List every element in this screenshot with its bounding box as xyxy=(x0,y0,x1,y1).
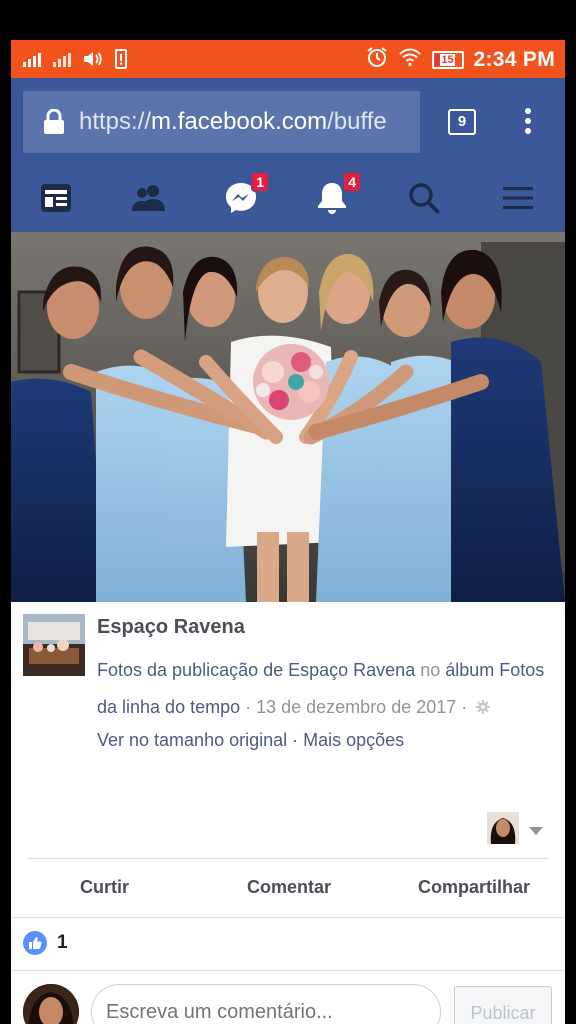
overflow-menu-icon[interactable] xyxy=(525,108,533,136)
signal-2-icon xyxy=(53,51,71,67)
desc-connector: no xyxy=(415,660,446,680)
messenger-badge: 1 xyxy=(251,172,269,192)
publish-button[interactable]: Publicar xyxy=(454,986,552,1024)
share-button[interactable]: Compartilhar xyxy=(418,877,530,898)
battery-level: 15 xyxy=(440,53,455,66)
bell-icon[interactable]: 4 xyxy=(315,172,361,218)
browser-toolbar: https://m.facebook.com/buffe 9 xyxy=(11,78,565,164)
chevron-down-icon[interactable] xyxy=(529,827,543,835)
messenger-icon[interactable]: 1 xyxy=(223,172,269,218)
clock: 2:34 PM xyxy=(473,47,555,71)
news-feed-icon[interactable] xyxy=(39,178,79,218)
post-actions: Curtir Comentar Compartilhar xyxy=(11,859,565,917)
facebook-nav-bar: 1 4 xyxy=(11,164,565,232)
hamburger-icon[interactable] xyxy=(501,178,541,218)
signal-icon xyxy=(23,51,41,67)
battery-alert-icon xyxy=(115,49,127,69)
comment-composer: Publicar xyxy=(11,971,565,1024)
like-button[interactable]: Curtir xyxy=(80,877,129,898)
search-icon[interactable] xyxy=(407,178,447,218)
friends-icon[interactable] xyxy=(131,178,171,218)
user-avatar xyxy=(23,984,79,1024)
photo-links: Ver no tamanho original · Mais opções xyxy=(97,730,404,751)
links-separator: · xyxy=(287,730,304,750)
battery-icon: 15 xyxy=(431,50,464,69)
post-info: Espaço Ravena Fotos da publicação de Esp… xyxy=(11,602,565,857)
status-bar: 15 2:34 PM xyxy=(11,40,565,78)
address-bar[interactable]: https://m.facebook.com/buffe xyxy=(23,91,420,153)
thumbs-up-icon xyxy=(23,931,47,955)
more-options-link[interactable]: Mais opções xyxy=(303,730,404,750)
url-path: /buffe xyxy=(327,108,387,135)
comment-input[interactable] xyxy=(91,984,441,1024)
page-name[interactable]: Espaço Ravena xyxy=(97,616,245,639)
wifi-icon xyxy=(398,47,422,72)
tab-switcher-button[interactable]: 9 xyxy=(448,109,476,135)
like-summary[interactable]: 1 xyxy=(23,931,68,955)
url-text: https://m.facebook.com/buffe xyxy=(79,108,414,136)
notifications-badge: 4 xyxy=(343,172,361,192)
viewer-avatar[interactable] xyxy=(487,812,519,844)
phone-screen: 15 2:34 PM https://m.facebook.com/buffe … xyxy=(11,40,565,1024)
photos-of-post-link[interactable]: Fotos da publicação de Espaço Ravena xyxy=(97,660,415,680)
post-date: · 13 de dezembro de 2017 · xyxy=(240,697,473,717)
photo-description: Fotos da publicação de Espaço Ravena no … xyxy=(97,652,557,726)
alarm-icon xyxy=(366,46,388,73)
volume-icon xyxy=(83,50,103,68)
like-count: 1 xyxy=(57,932,68,953)
view-original-link[interactable]: Ver no tamanho original xyxy=(97,730,287,750)
post-photo[interactable] xyxy=(11,232,565,602)
lock-icon xyxy=(43,108,65,135)
comment-button[interactable]: Comentar xyxy=(247,877,331,898)
screen-top-bezel xyxy=(0,0,576,40)
url-host: m.facebook.com xyxy=(151,108,328,135)
page-thumbnail[interactable] xyxy=(23,614,85,676)
divider xyxy=(11,917,565,918)
url-scheme: https:// xyxy=(79,108,152,135)
gear-icon xyxy=(476,690,491,714)
